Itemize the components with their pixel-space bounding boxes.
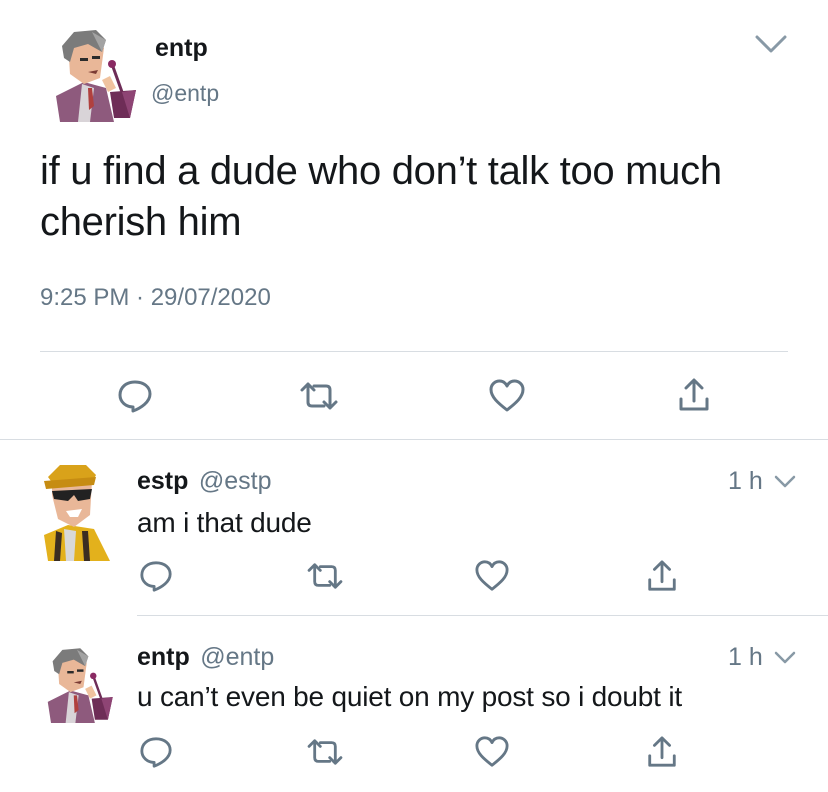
reply-divider <box>137 615 828 616</box>
businessman-avatar-icon <box>56 30 136 122</box>
main-tweet-handle[interactable]: @entp <box>151 80 219 107</box>
reply-display-name[interactable]: entp <box>137 643 190 671</box>
sunglasses-worker-avatar-icon <box>44 465 110 561</box>
main-tweet-text-line1: if u find a dude who don’t talk too much <box>40 149 722 193</box>
retweet-icon[interactable] <box>305 561 345 591</box>
main-tweet-avatar[interactable] <box>44 26 140 122</box>
section-divider <box>0 439 828 440</box>
share-icon[interactable] <box>645 559 679 593</box>
main-tweet-display-name[interactable]: entp <box>155 34 208 63</box>
main-tweet-timestamp[interactable]: 9:25 PM · 29/07/2020 <box>40 284 271 312</box>
like-icon[interactable] <box>474 559 510 593</box>
reply-icon[interactable] <box>139 559 173 593</box>
share-icon[interactable] <box>645 735 679 769</box>
main-tweet-text-line2: cherish him <box>40 200 242 244</box>
chevron-down-icon[interactable] <box>774 474 796 490</box>
like-icon[interactable] <box>474 735 510 769</box>
businessman-avatar-icon <box>47 648 113 723</box>
like-icon[interactable] <box>488 378 526 414</box>
reply-handle[interactable]: @entp <box>200 643 274 671</box>
reply-time[interactable]: 1 h <box>728 643 763 672</box>
chevron-down-icon[interactable] <box>774 650 796 666</box>
retweet-icon[interactable] <box>305 737 345 767</box>
reply-text: u can’t even be quiet on my post so i do… <box>137 681 682 712</box>
reply-avatar[interactable] <box>40 463 116 563</box>
reply-icon[interactable] <box>117 378 153 414</box>
reply-time[interactable]: 1 h <box>728 467 763 496</box>
reply-handle[interactable]: @estp <box>199 467 272 495</box>
reply-icon[interactable] <box>139 735 173 769</box>
reply-header: entp @entp <box>137 643 274 672</box>
share-icon[interactable] <box>676 377 712 413</box>
reply-text: am i that dude <box>137 507 312 538</box>
main-tweet-text: if u find a dude who don’t talk too much… <box>40 146 800 248</box>
retweet-icon[interactable] <box>298 380 340 412</box>
reply-avatar[interactable] <box>38 638 116 730</box>
reply-header: estp @estp <box>137 467 272 496</box>
main-tweet-divider <box>40 351 788 352</box>
chevron-down-icon[interactable] <box>754 32 788 56</box>
reply-display-name[interactable]: estp <box>137 467 188 495</box>
